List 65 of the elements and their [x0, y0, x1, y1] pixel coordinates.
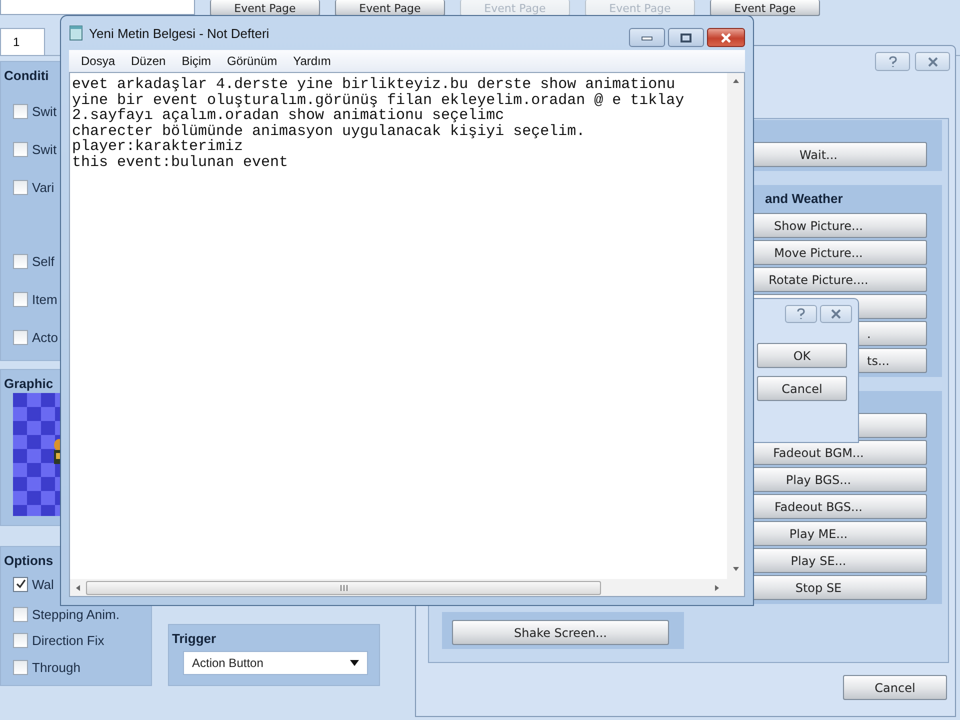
help-icon: [796, 308, 806, 320]
cancel-button[interactable]: Cancel: [843, 675, 947, 700]
checkbox[interactable]: [13, 576, 28, 592]
name-field[interactable]: [0, 0, 195, 15]
checkbox-label: Swit: [32, 142, 57, 156]
scroll-up-icon[interactable]: [732, 79, 738, 85]
checkbox-label: Swit: [32, 104, 57, 118]
checkbox[interactable]: [13, 254, 28, 268]
menu-item[interactable]: Dosya: [73, 54, 124, 68]
page-tab[interactable]: 1: [0, 28, 45, 55]
section-title: Options: [4, 553, 54, 568]
scroll-right-icon[interactable]: [715, 584, 721, 590]
window-title: Yeni Metin Belgesi - Not Defteri: [89, 26, 270, 40]
event-page-button[interactable]: Event Page: [710, 0, 820, 16]
checkbox[interactable]: [13, 292, 28, 306]
maximize-button[interactable]: [668, 28, 704, 47]
ok-button[interactable]: OK: [757, 343, 847, 368]
command-button[interactable]: Shake Screen...: [452, 620, 669, 645]
cancel-button[interactable]: Cancel: [757, 376, 847, 401]
horizontal-scrollbar[interactable]: [70, 579, 727, 596]
event-page-button[interactable]: Event Page: [210, 0, 320, 16]
menu-item[interactable]: Biçim: [174, 54, 220, 68]
checkbox-label: Wal: [32, 576, 54, 592]
close-button[interactable]: [820, 305, 852, 323]
checkbox-label: Vari: [32, 180, 54, 194]
event-page-button[interactable]: Event Page: [335, 0, 445, 16]
close-icon: [831, 309, 841, 319]
help-button[interactable]: [875, 52, 910, 71]
checkbox[interactable]: [13, 142, 28, 156]
checkbox-label: Item: [32, 292, 58, 306]
scroll-thumb[interactable]: [86, 580, 601, 594]
scroll-down-icon[interactable]: [732, 567, 738, 573]
help-button[interactable]: [785, 305, 817, 323]
maximize-icon: [680, 32, 692, 42]
notepad-icon: [69, 25, 83, 41]
checkbox[interactable]: [13, 180, 28, 194]
section-title: Trigger: [172, 631, 216, 646]
checkbox[interactable]: [13, 660, 28, 674]
close-icon: [928, 56, 938, 66]
section-title: Graphic: [4, 376, 54, 391]
trigger-dropdown[interactable]: Action Button: [183, 651, 368, 675]
checkbox[interactable]: [13, 606, 28, 622]
checkbox-label: Through: [32, 660, 80, 674]
checkbox-label: Direction Fix: [32, 632, 104, 648]
checkbox-label: Acto: [32, 330, 58, 344]
vertical-scrollbar[interactable]: [727, 73, 744, 579]
checkbox-label: Self: [32, 254, 54, 268]
section-title: Conditi: [4, 68, 49, 83]
menu-item[interactable]: Düzen: [123, 54, 174, 68]
menu-item[interactable]: Yardım: [285, 54, 339, 68]
scroll-left-icon[interactable]: [76, 584, 82, 590]
checkbox[interactable]: [13, 632, 28, 648]
checkbox[interactable]: [13, 104, 28, 118]
close-button[interactable]: [915, 52, 950, 71]
close-button[interactable]: [707, 28, 745, 47]
minimize-icon: [641, 34, 653, 40]
help-icon: [888, 56, 898, 68]
group-title: and Weather: [764, 190, 844, 208]
menu-item[interactable]: Görünüm: [219, 54, 286, 68]
caret-icon: [350, 660, 359, 666]
minimize-button[interactable]: [629, 28, 665, 47]
grip-icon: [340, 584, 348, 590]
checkbox-label: Stepping Anim.: [32, 606, 120, 622]
checkbox[interactable]: [13, 330, 28, 344]
close-icon: [720, 32, 732, 42]
